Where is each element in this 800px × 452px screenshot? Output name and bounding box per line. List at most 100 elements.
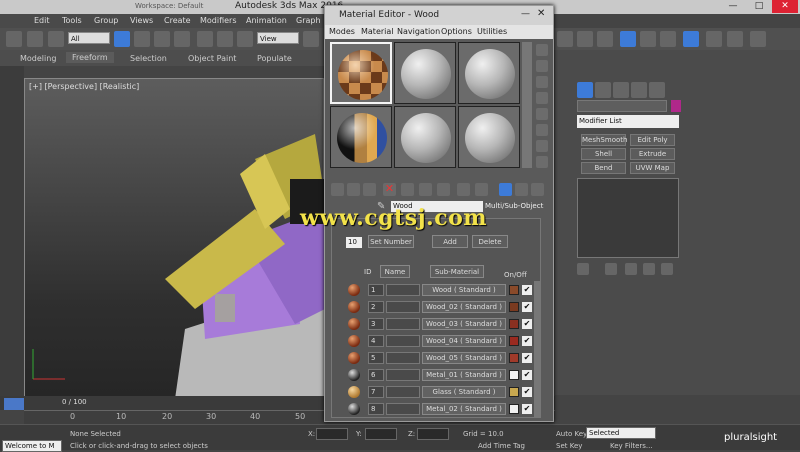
diffuse-color-swatch[interactable] (509, 387, 519, 397)
diffuse-color-swatch[interactable] (509, 319, 519, 329)
close-icon[interactable]: ✕ (537, 8, 545, 19)
scale-icon[interactable] (237, 31, 253, 47)
sub-material-id-field[interactable]: 8 (368, 403, 384, 415)
menu-utilities[interactable]: Utilities (477, 27, 507, 36)
diffuse-color-swatch[interactable] (509, 353, 519, 363)
menu-material[interactable]: Material (361, 27, 394, 36)
get-material-icon[interactable] (331, 183, 344, 196)
make-preview-icon[interactable] (536, 124, 548, 136)
on-off-checkbox[interactable]: ✔ (522, 370, 532, 380)
schematic-icon[interactable] (660, 31, 676, 47)
object-name-field[interactable] (577, 100, 667, 112)
tab-populate[interactable]: Populate (257, 54, 292, 63)
set-number-button[interactable]: Set Number (368, 235, 414, 248)
on-off-checkbox[interactable]: ✔ (522, 319, 532, 329)
reset-map-icon[interactable]: ✕ (383, 183, 396, 196)
material-count-field[interactable]: 10 (346, 237, 362, 248)
background-icon[interactable] (536, 76, 548, 88)
sub-material-button[interactable]: Metal_01 ( Standard ) (422, 369, 506, 381)
delete-button[interactable]: Delete (472, 235, 508, 248)
render-setup-icon[interactable] (706, 31, 722, 47)
show-in-viewport-icon[interactable] (457, 183, 470, 196)
minimize-icon[interactable]: — (521, 9, 530, 19)
sub-material-name-field[interactable] (386, 386, 420, 398)
modifier-list-dropdown[interactable]: Modifier List (577, 115, 679, 128)
key-selection-dropdown[interactable]: Selected (586, 427, 656, 439)
sub-material-name-field[interactable] (386, 403, 420, 415)
sub-material-button[interactable]: Wood ( Standard ) (422, 284, 506, 296)
render-icon[interactable] (750, 31, 766, 47)
diffuse-color-swatch[interactable] (509, 336, 519, 346)
sub-material-id-field[interactable]: 5 (368, 352, 384, 364)
material-id-channel-icon[interactable] (437, 183, 450, 196)
undo-icon[interactable] (6, 31, 22, 47)
menu-modifiers[interactable]: Modifiers (200, 16, 237, 25)
on-off-checkbox[interactable]: ✔ (522, 387, 532, 397)
maxscript-listener[interactable]: Welcome to M (2, 440, 62, 452)
sub-material-id-field[interactable]: 2 (368, 301, 384, 313)
sub-material-button[interactable]: Wood_03 ( Standard ) (422, 318, 506, 330)
minimize-icon[interactable]: — (720, 0, 746, 13)
link-icon[interactable] (27, 31, 43, 47)
material-editor-icon[interactable] (683, 31, 699, 47)
sample-slot[interactable] (458, 106, 520, 168)
window-crossing-icon[interactable] (174, 31, 190, 47)
sub-material-id-field[interactable]: 1 (368, 284, 384, 296)
sample-slot-multi[interactable] (330, 106, 392, 168)
menu-navigation[interactable]: Navigation (397, 27, 440, 36)
sub-material-name-field[interactable] (386, 318, 420, 330)
perspective-viewport[interactable]: [+] [Perspective] [Realistic] (24, 78, 325, 399)
remove-modifier-icon[interactable] (643, 263, 655, 275)
edit-poly-button[interactable]: Edit Poly (630, 134, 675, 146)
tab-object-paint[interactable]: Object Paint (188, 54, 236, 63)
selection-filter-dropdown[interactable]: All (68, 32, 110, 44)
menu-graph[interactable]: Graph (296, 16, 321, 25)
sub-material-button[interactable]: Wood_04 ( Standard ) (422, 335, 506, 347)
sample-type-icon[interactable] (536, 44, 548, 56)
auto-key-button[interactable]: Auto Key (556, 430, 587, 438)
x-coordinate-field[interactable] (316, 428, 348, 440)
workspace-label[interactable]: Workspace: Default (135, 2, 203, 10)
diffuse-color-swatch[interactable] (509, 370, 519, 380)
sub-material-row[interactable]: 3 Wood_03 ( Standard ) ✔ (346, 317, 542, 331)
sub-material-name-field[interactable] (386, 369, 420, 381)
menu-options[interactable]: Options (441, 27, 472, 36)
sub-material-name-field[interactable] (386, 335, 420, 347)
z-coordinate-field[interactable] (417, 428, 449, 440)
sub-material-row[interactable]: 2 Wood_02 ( Standard ) ✔ (346, 300, 542, 314)
display-tab-icon[interactable] (649, 82, 665, 98)
put-to-scene-icon[interactable] (347, 183, 360, 196)
list-scrollbar[interactable] (534, 281, 540, 417)
pivot-icon[interactable] (303, 31, 319, 47)
on-off-checkbox[interactable]: ✔ (522, 353, 532, 363)
sub-material-id-field[interactable]: 6 (368, 369, 384, 381)
object-color-swatch[interactable] (671, 100, 681, 112)
sub-material-button[interactable]: Wood_02 ( Standard ) (422, 301, 506, 313)
sub-material-id-field[interactable]: 4 (368, 335, 384, 347)
tab-modeling[interactable]: Modeling (20, 54, 56, 63)
layer-explorer-icon[interactable] (620, 31, 636, 47)
add-button[interactable]: Add (432, 235, 468, 248)
shell-button[interactable]: Shell (581, 148, 626, 160)
menu-tools[interactable]: Tools (62, 16, 82, 25)
put-to-library-icon[interactable] (419, 183, 432, 196)
sample-slot[interactable] (458, 42, 520, 104)
menu-edit[interactable]: Edit (34, 16, 50, 25)
menu-views[interactable]: Views (130, 16, 153, 25)
sub-material-name-field[interactable] (386, 352, 420, 364)
named-selection-icon[interactable] (557, 31, 573, 47)
sub-material-row[interactable]: 4 Wood_04 ( Standard ) ✔ (346, 334, 542, 348)
sub-material-header-button[interactable]: Sub-Material (430, 265, 484, 278)
select-object-icon[interactable] (114, 31, 130, 47)
sample-slot[interactable] (394, 106, 456, 168)
on-off-checkbox[interactable]: ✔ (522, 336, 532, 346)
assign-to-selection-icon[interactable] (363, 183, 376, 196)
move-icon[interactable] (197, 31, 213, 47)
sub-material-id-field[interactable]: 3 (368, 318, 384, 330)
modifier-stack[interactable] (577, 178, 679, 258)
on-off-checkbox[interactable]: ✔ (522, 285, 532, 295)
go-forward-sibling-icon[interactable] (515, 183, 528, 196)
hierarchy-tab-icon[interactable] (613, 82, 629, 98)
time-slider-handle[interactable] (4, 398, 24, 410)
diffuse-color-swatch[interactable] (509, 285, 519, 295)
